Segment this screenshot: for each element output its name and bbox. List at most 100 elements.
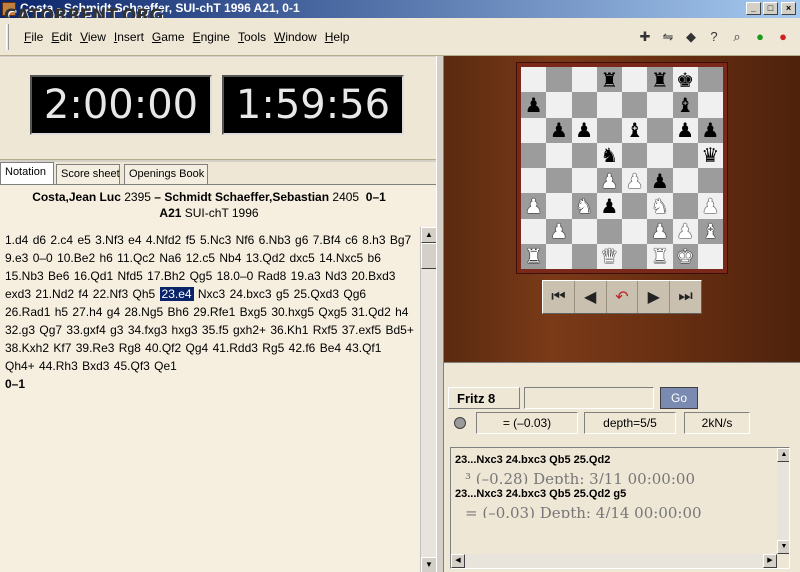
square-f7[interactable] [647, 92, 673, 118]
square-g7[interactable]: ♝ [672, 92, 698, 118]
tab-openings-book[interactable]: Openings Book [124, 164, 208, 184]
move[interactable]: g6 [295, 233, 308, 247]
move[interactable]: b6 [368, 251, 381, 265]
black-pawn-icon[interactable]: ♟ [525, 95, 543, 115]
move[interactable]: 33.gxf4 [66, 323, 105, 337]
last-move-icon[interactable]: ⏭ [670, 281, 701, 313]
square-h5[interactable]: ♛ [697, 142, 723, 168]
move[interactable]: 22.Nf3 [93, 287, 128, 301]
square-d5[interactable]: ♞ [596, 142, 622, 168]
prev-move-icon[interactable]: ◀ [575, 281, 607, 313]
scroll-thumb[interactable] [421, 243, 437, 269]
white-knight-icon[interactable]: ♞ [575, 196, 593, 216]
move[interactable]: 26.Rad1 [5, 305, 50, 319]
analysis-scroll-right[interactable]: ▶ [763, 554, 777, 568]
tab-notation[interactable]: Notation [0, 162, 54, 184]
square-a6[interactable] [521, 117, 547, 143]
square-d8[interactable]: ♜ [596, 67, 622, 93]
move[interactable]: f4 [78, 287, 88, 301]
black-knight-icon[interactable]: ♞ [600, 145, 618, 165]
move[interactable]: 19.a3 [291, 269, 321, 283]
move[interactable]: h5 [55, 305, 68, 319]
square-c5[interactable] [571, 142, 597, 168]
square-c2[interactable] [571, 218, 597, 244]
move[interactable]: Bxg5 [240, 305, 267, 319]
square-b8[interactable] [546, 67, 572, 93]
square-d1[interactable]: ♛ [596, 243, 622, 269]
square-f1[interactable]: ♜ [647, 243, 673, 269]
move[interactable]: h6 [99, 251, 112, 265]
square-h2[interactable]: ♝ [697, 218, 723, 244]
flip-board-icon[interactable]: ⇋ [659, 28, 677, 46]
square-b2[interactable]: ♟ [546, 218, 572, 244]
help-query-icon[interactable]: ? [705, 28, 723, 46]
move[interactable]: 28.Ng5 [125, 305, 164, 319]
white-rook-icon[interactable]: ♜ [525, 246, 543, 266]
move[interactable]: Rad8 [258, 269, 287, 283]
square-g2[interactable]: ♟ [672, 218, 698, 244]
move[interactable]: 38.Kxh2 [5, 341, 49, 355]
square-a8[interactable] [521, 67, 547, 93]
move[interactable]: c6 [345, 233, 358, 247]
menu-grip[interactable] [6, 24, 9, 50]
move[interactable]: hxg3 [172, 323, 198, 337]
analysis-horizontal-scrollbar[interactable]: ◀ ▶ [451, 554, 777, 568]
move[interactable]: 43.Qf1 [345, 341, 381, 355]
menu-window[interactable]: Window [270, 30, 321, 44]
move[interactable]: g4 [107, 305, 120, 319]
move[interactable]: 0–0 [33, 251, 53, 265]
move[interactable]: 36.Kh1 [270, 323, 308, 337]
move[interactable]: 30.hxg5 [271, 305, 314, 319]
square-a5[interactable] [521, 142, 547, 168]
square-b1[interactable] [546, 243, 572, 269]
stop-icon[interactable]: ● [774, 28, 792, 46]
move[interactable]: Qg5 [190, 269, 213, 283]
analysis-scroll-left[interactable]: ◀ [451, 554, 465, 568]
square-b5[interactable] [546, 142, 572, 168]
move[interactable]: g5 [276, 287, 289, 301]
move[interactable]: 29.Rfe1 [193, 305, 235, 319]
white-pawn-icon[interactable]: ♟ [600, 171, 618, 191]
analysis-vertical-scrollbar[interactable]: ▲ ▼ [777, 448, 789, 554]
black-rook-icon[interactable]: ♜ [600, 70, 618, 90]
square-e2[interactable] [622, 218, 648, 244]
square-a2[interactable] [521, 218, 547, 244]
square-d2[interactable] [596, 218, 622, 244]
menu-tools[interactable]: Tools [234, 30, 270, 44]
move[interactable]: Nxc3 [198, 287, 225, 301]
square-f8[interactable]: ♜ [647, 67, 673, 93]
move[interactable]: 5.Nc3 [200, 233, 231, 247]
notation-scrollbar[interactable]: ▲ ▼ [420, 227, 437, 572]
square-e5[interactable] [622, 142, 648, 168]
white-pawn-icon[interactable]: ♟ [626, 171, 644, 191]
move[interactable]: 9.e3 [5, 251, 28, 265]
square-e7[interactable] [622, 92, 648, 118]
move[interactable]: 18.0–0 [217, 269, 254, 283]
black-pawn-icon[interactable]: ♟ [550, 120, 568, 140]
square-e1[interactable] [622, 243, 648, 269]
square-g5[interactable] [672, 142, 698, 168]
square-e6[interactable]: ♝ [622, 117, 648, 143]
next-move-icon[interactable]: ▶ [638, 281, 671, 313]
move[interactable]: Nfd5 [117, 269, 142, 283]
move[interactable]: 42.f6 [289, 341, 316, 355]
move[interactable]: 1.d4 [5, 233, 28, 247]
move[interactable]: e5 [77, 233, 90, 247]
white-queen-icon[interactable]: ♛ [600, 246, 618, 266]
move[interactable]: 44.Rh3 [39, 359, 78, 373]
move[interactable]: 16.Qd1 [74, 269, 113, 283]
hint-icon[interactable]: ◆ [682, 28, 700, 46]
menu-edit[interactable]: Edit [47, 30, 76, 44]
move[interactable]: Rxf5 [313, 323, 338, 337]
white-knight-icon[interactable]: ♞ [651, 196, 669, 216]
move[interactable]: Nf6 [236, 233, 255, 247]
move[interactable]: 41.Rdd3 [213, 341, 258, 355]
black-king-icon[interactable]: ♚ [676, 70, 694, 90]
move[interactable]: e4 [128, 233, 141, 247]
black-bishop-icon[interactable]: ♝ [626, 120, 644, 140]
move[interactable]: 37.exf5 [342, 323, 381, 337]
move[interactable]: Bh6 [168, 305, 189, 319]
white-pawn-icon[interactable]: ♟ [525, 196, 543, 216]
black-pawn-icon[interactable]: ♟ [600, 196, 618, 216]
current-move[interactable]: 23.e4 [159, 287, 194, 301]
